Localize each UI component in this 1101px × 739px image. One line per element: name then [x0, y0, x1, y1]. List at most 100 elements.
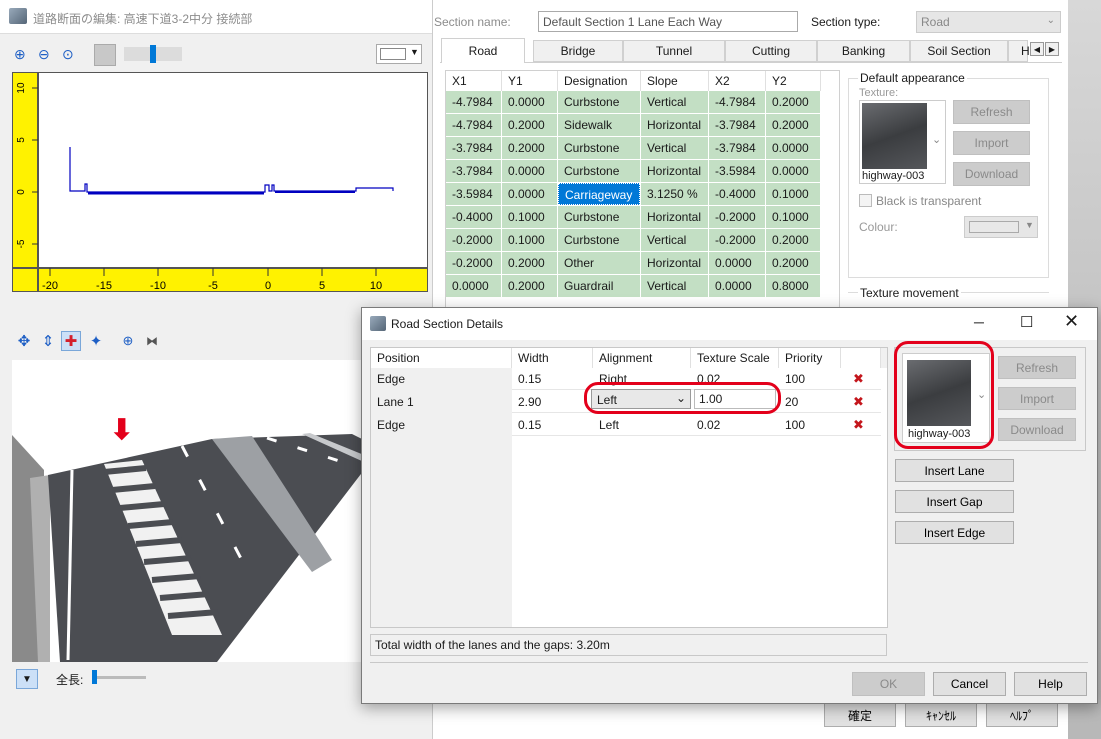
section-type-select[interactable]: Road ⌄ [916, 11, 1061, 33]
orbit-icon[interactable]: ✦ [86, 331, 106, 351]
view3d-canvas[interactable]: ⬇ [12, 360, 364, 662]
segment-cell[interactable]: 0.1000 [766, 183, 820, 205]
segment-cell[interactable]: Other [558, 252, 640, 274]
dialog-import-button[interactable]: Import [998, 387, 1076, 410]
fit-view-icon[interactable]: ⧓ [142, 331, 162, 351]
length-slider[interactable] [92, 670, 146, 684]
segment-cell[interactable]: 0.2000 [766, 114, 820, 136]
zoom-view-icon[interactable]: ⊕ [118, 331, 138, 351]
segment-column-header[interactable]: Slope [641, 71, 709, 91]
lane-column-header[interactable]: Priority [779, 348, 841, 368]
lane-cell-priority[interactable]: 20 [779, 391, 841, 413]
segment-cell[interactable]: Curbstone [558, 206, 640, 228]
segment-row[interactable]: 0.0000 0.2000 Guardrail Vertical 0.0000 0.800… [446, 275, 821, 297]
segment-cell[interactable]: 0.0000 [502, 160, 557, 182]
lane-cell-width[interactable]: 0.15 [512, 368, 593, 390]
delete-row-icon[interactable]: ✖ [853, 371, 864, 387]
download-button[interactable]: Download [953, 162, 1030, 186]
segment-cell[interactable]: 0.0000 [502, 91, 557, 113]
segment-row[interactable]: -0.4000 0.1000 Curbstone Horizontal -0.2000 0… [446, 206, 821, 228]
tab-cutting[interactable]: Cutting [725, 40, 817, 62]
segment-column-header[interactable]: Y1 [502, 71, 558, 91]
lane-cell-position[interactable]: Edge [371, 368, 512, 390]
segment-cell[interactable]: Vertical [641, 229, 708, 251]
segment-row[interactable]: -0.2000 0.1000 Curbstone Vertical -0.2000 0.2… [446, 229, 821, 251]
lane-column-header[interactable]: Alignment [593, 348, 691, 368]
lane-cell-position[interactable]: Lane 1 [371, 391, 512, 413]
segment-cell[interactable]: 3.1250 % [641, 183, 708, 205]
lane-column-header[interactable]: Width [512, 348, 593, 368]
tab-banking[interactable]: Banking [817, 40, 910, 62]
lane-cell-width[interactable]: 2.90 [512, 391, 593, 413]
segment-row[interactable]: -3.5984 0.0000 Carriageway 3.1250 % -0.4000 0… [446, 183, 821, 205]
segment-cell[interactable]: -0.4000 [446, 206, 501, 228]
length-slider-thumb[interactable] [92, 670, 97, 684]
segment-cell[interactable]: 0.2000 [766, 229, 820, 251]
segment-row[interactable]: -3.7984 0.0000 Curbstone Horizontal -3.5984 0… [446, 160, 821, 182]
segment-row[interactable]: -3.7984 0.2000 Curbstone Vertical -3.7984 0.0… [446, 137, 821, 159]
segment-cell[interactable]: 0.2000 [766, 252, 820, 274]
refresh-button[interactable]: Refresh [953, 100, 1030, 124]
lane-row[interactable]: Edge 0.15 Left 0.02 100 ✖ [371, 414, 881, 436]
segment-cell[interactable]: 0.0000 [766, 160, 820, 182]
minimize-icon[interactable]: ─ [974, 314, 984, 330]
segment-cell[interactable]: 0.2000 [766, 91, 820, 113]
segment-cell[interactable]: -0.4000 [709, 183, 765, 205]
confirm-button[interactable]: 確定 [824, 703, 896, 727]
cancel-jp-button[interactable]: ｷｬﾝｾﾙ [905, 703, 977, 727]
segment-column-header[interactable]: X1 [446, 71, 502, 91]
segment-cell[interactable]: -4.7984 [446, 91, 501, 113]
lane-cell-alignment[interactable]: Left [593, 414, 691, 436]
lane-column-header[interactable]: Texture Scale [691, 348, 779, 368]
segment-cell[interactable]: Horizontal [641, 160, 708, 182]
tab-soil-section[interactable]: Soil Section [910, 40, 1008, 62]
ok-button[interactable]: OK [852, 672, 925, 696]
segment-cell[interactable]: Curbstone [558, 91, 640, 113]
segment-cell[interactable]: -4.7984 [709, 91, 765, 113]
insert-gap-button[interactable]: Insert Gap [895, 490, 1014, 513]
segment-cell[interactable]: 0.1000 [502, 229, 557, 251]
segment-cell[interactable]: Sidewalk [558, 114, 640, 136]
section-name-input[interactable]: Default Section 1 Lane Each Way [538, 11, 798, 32]
expand-toggle-icon[interactable]: ▼ [16, 669, 38, 689]
segment-cell[interactable]: 0.0000 [709, 252, 765, 274]
segment-cell[interactable]: Curbstone [558, 137, 640, 159]
delete-row-icon[interactable]: ✖ [853, 394, 864, 410]
segment-cell[interactable]: -3.5984 [446, 183, 501, 205]
segment-cell[interactable]: Carriageway [558, 183, 640, 205]
import-button[interactable]: Import [953, 131, 1030, 155]
black-transparent-checkbox[interactable] [859, 194, 872, 207]
lane-cell-priority[interactable]: 100 [779, 368, 841, 390]
lane-cell-width[interactable]: 0.15 [512, 414, 593, 436]
segment-cell[interactable]: 0.2000 [502, 275, 557, 297]
segment-row[interactable]: -4.7984 0.0000 Curbstone Vertical -4.7984 0.2… [446, 91, 821, 113]
segment-row[interactable]: -4.7984 0.2000 Sidewalk Horizontal -3.7984 0.… [446, 114, 821, 136]
dialog-download-button[interactable]: Download [998, 418, 1076, 441]
colour-select[interactable]: ▼ [964, 216, 1038, 238]
pan-icon[interactable]: ✚ [61, 331, 81, 351]
rotate-icon[interactable]: ✥ [14, 331, 34, 351]
segment-cell[interactable]: Vertical [641, 275, 708, 297]
help-jp-button[interactable]: ﾍﾙﾌﾟ [986, 703, 1058, 727]
segment-cell[interactable]: Curbstone [558, 229, 640, 251]
insert-edge-button[interactable]: Insert Edge [895, 521, 1014, 544]
tab-road[interactable]: Road [441, 38, 525, 63]
texture-picker[interactable]: ⌄ highway-003 [859, 100, 946, 184]
segment-cell[interactable]: -0.2000 [709, 229, 765, 251]
segment-cell[interactable]: -3.5984 [709, 160, 765, 182]
segment-cell[interactable]: 0.2000 [502, 114, 557, 136]
segment-cell[interactable]: Horizontal [641, 114, 708, 136]
segment-column-header[interactable]: Y2 [766, 71, 821, 91]
segment-cell[interactable]: 0.8000 [766, 275, 820, 297]
insert-lane-button[interactable]: Insert Lane [895, 459, 1014, 482]
segment-cell[interactable]: -0.2000 [446, 252, 501, 274]
lane-column-header[interactable]: Position [371, 348, 512, 368]
lane-cell-priority[interactable]: 100 [779, 414, 841, 436]
segment-cell[interactable]: -3.7984 [446, 137, 501, 159]
tab-tunnel[interactable]: Tunnel [623, 40, 725, 62]
segment-cell[interactable]: -3.7984 [709, 114, 765, 136]
segment-cell[interactable]: -0.2000 [446, 229, 501, 251]
segment-cell[interactable]: -4.7984 [446, 114, 501, 136]
segment-cell[interactable]: -3.7984 [446, 160, 501, 182]
segment-cell[interactable]: Curbstone [558, 160, 640, 182]
